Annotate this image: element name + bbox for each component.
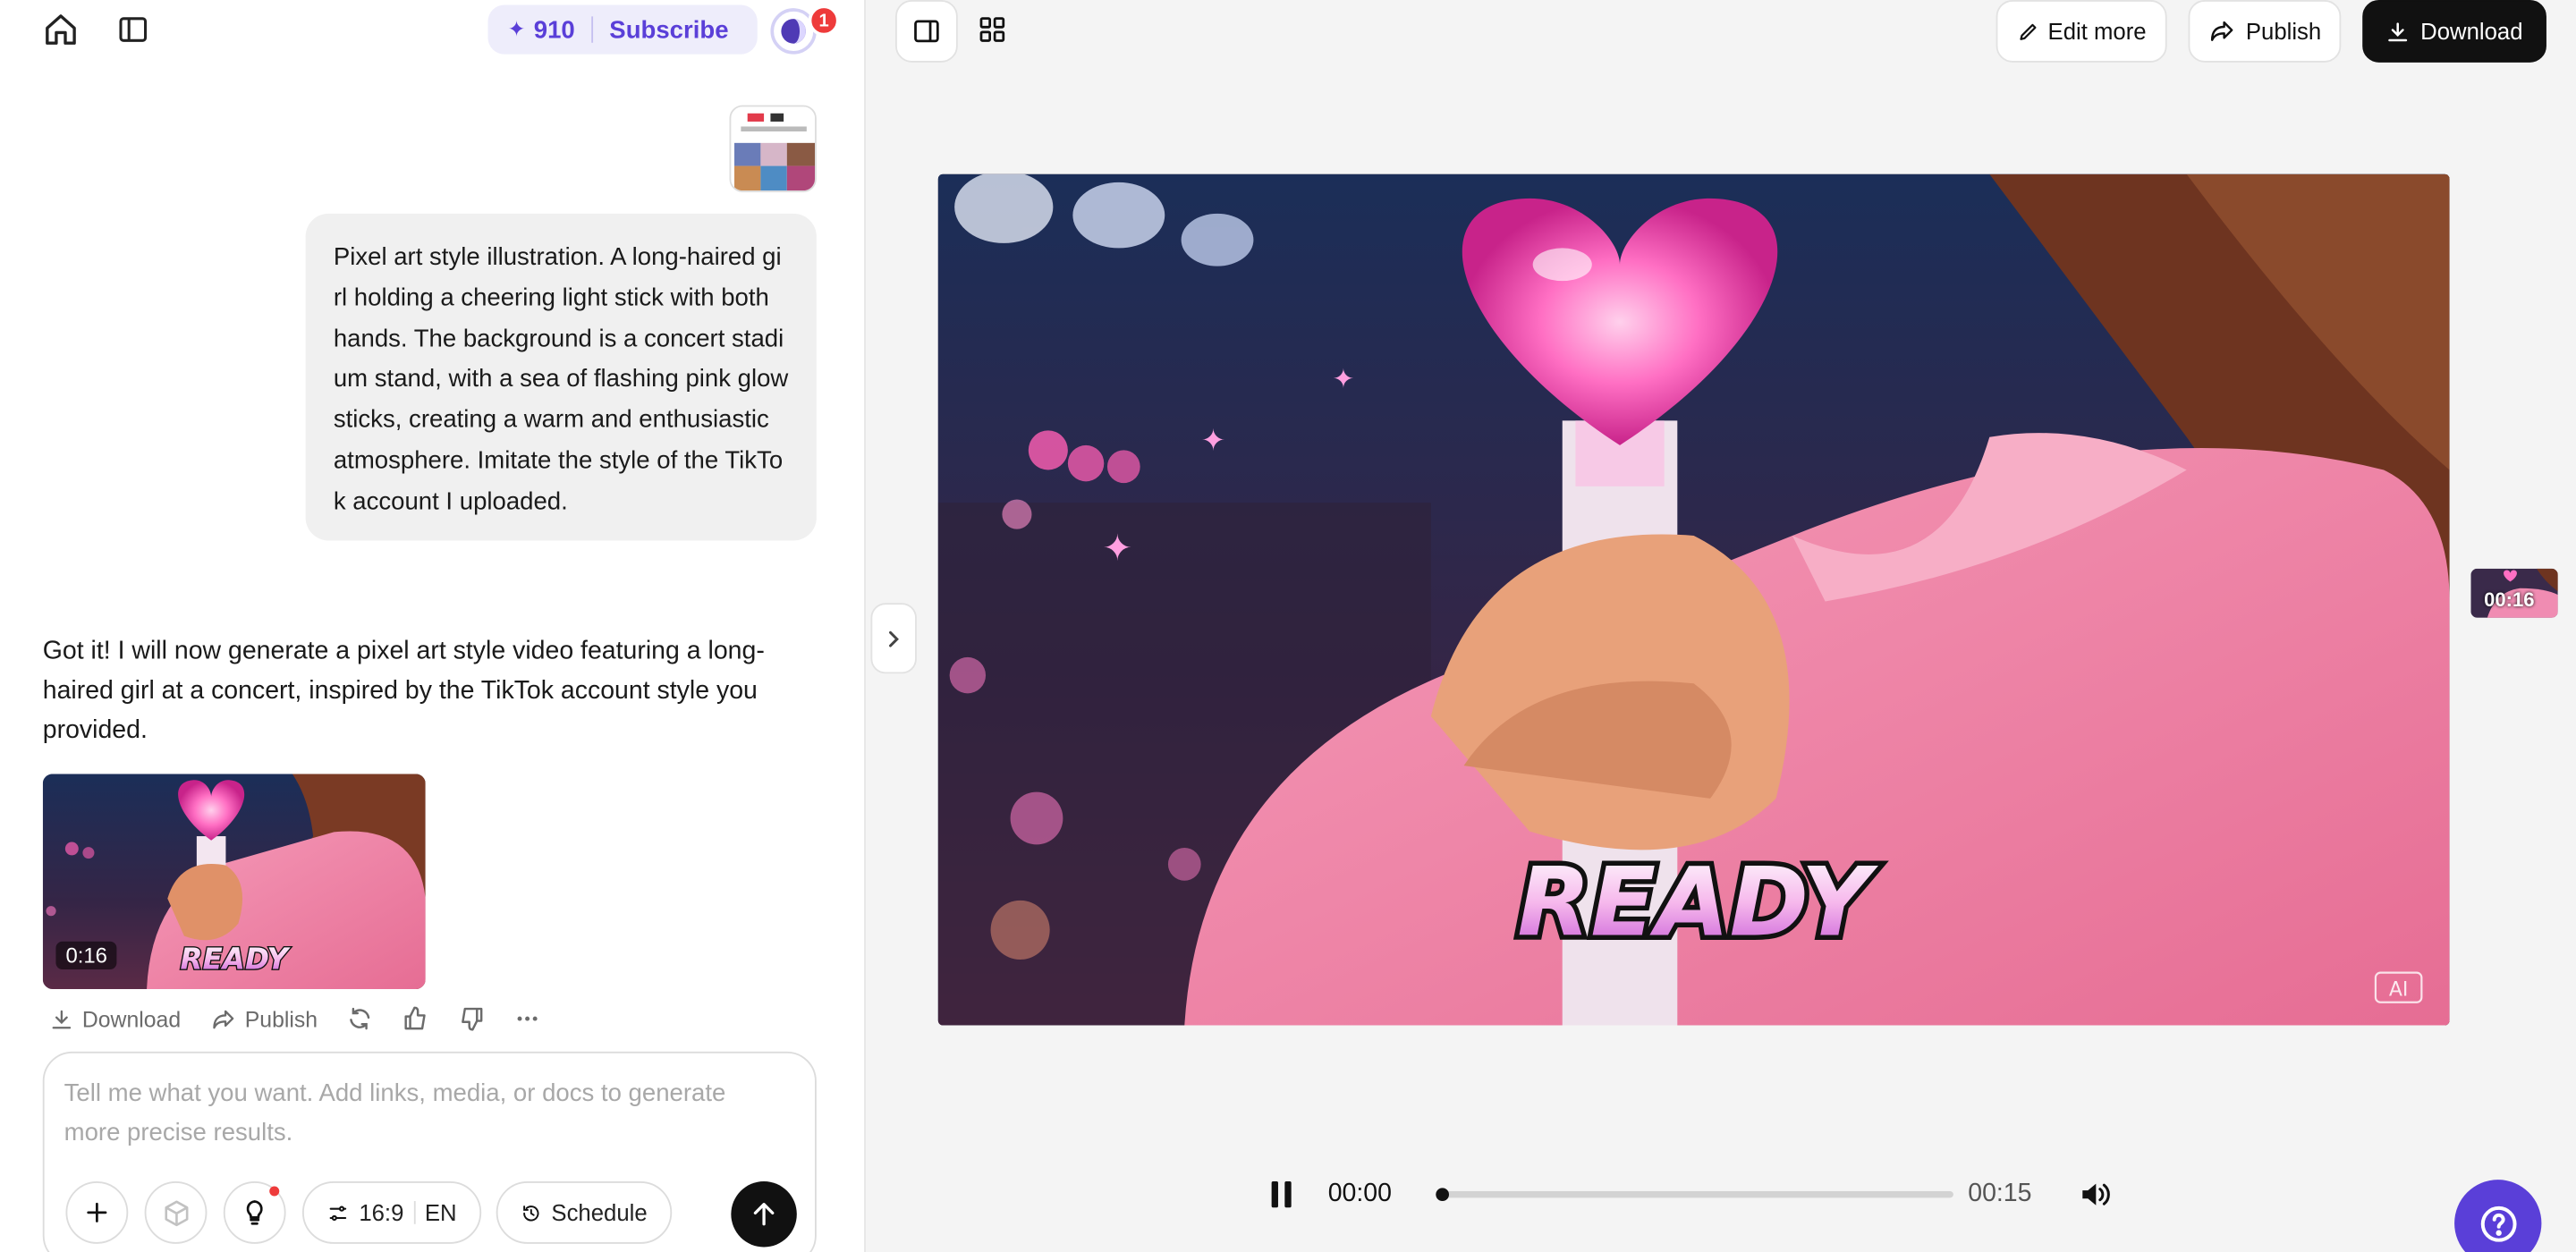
- total-time: 00:15: [1968, 1180, 2032, 1208]
- progress-handle[interactable]: [1435, 1188, 1449, 1202]
- message-actions: Download Publish: [49, 1002, 541, 1036]
- sparkle-icon: ✦: [1201, 422, 1226, 457]
- sparkle-icon: ✦: [507, 16, 526, 41]
- home-icon: [46, 14, 76, 45]
- video-frame: ✦ ✦ ✦ READY AI: [937, 173, 2450, 1026]
- uploaded-image-thumbnail[interactable]: [729, 105, 817, 192]
- video-settings-button[interactable]: 16:9 EN: [301, 1180, 482, 1244]
- notification-badge: 1: [808, 4, 840, 37]
- uploaded-image: [731, 106, 816, 191]
- share-icon: [213, 1009, 234, 1028]
- home-button[interactable]: [36, 5, 85, 55]
- like-button[interactable]: [403, 1005, 429, 1031]
- publish-action[interactable]: Publish: [210, 1006, 318, 1031]
- progress-bar[interactable]: [1435, 1188, 1953, 1202]
- pause-icon: [1271, 1180, 1292, 1208]
- send-button[interactable]: [731, 1180, 797, 1248]
- clip-duration: 00:16: [2484, 588, 2535, 612]
- share-icon: [2210, 21, 2233, 41]
- aspect-ratio-value: 16:9: [359, 1199, 404, 1226]
- volume-icon: [2082, 1183, 2111, 1205]
- language-value: EN: [424, 1199, 457, 1226]
- sparkle-icon: ✦: [1333, 364, 1355, 394]
- more-horizontal-icon: [518, 1016, 538, 1021]
- current-time: 00:00: [1327, 1180, 1392, 1208]
- help-button[interactable]: [2454, 1180, 2542, 1252]
- more-options-button[interactable]: [514, 1005, 540, 1031]
- divider: [591, 16, 593, 43]
- download-label: Download: [2420, 18, 2523, 45]
- thumbs-down-icon: [462, 1007, 483, 1031]
- download-icon: [52, 1009, 72, 1028]
- chat-panel: ✦ 910 Subscribe 1 Pixel art style illust…: [0, 0, 866, 1252]
- download-action[interactable]: Download: [49, 1006, 181, 1031]
- dislike-button[interactable]: [459, 1005, 485, 1031]
- cube-icon: [164, 1199, 188, 1226]
- publish-action-label: Publish: [244, 1006, 318, 1031]
- ideas-button[interactable]: [223, 1180, 286, 1244]
- video-preview[interactable]: ✦ ✦ ✦ READY AI: [937, 173, 2450, 1026]
- thumbnail-caption: READY: [180, 943, 291, 977]
- composer: 16:9 EN Schedule: [42, 1051, 817, 1252]
- clock-history-icon: [523, 1205, 539, 1221]
- video-duration: 0:16: [55, 941, 117, 969]
- panel-view-button[interactable]: [895, 0, 958, 63]
- download-button[interactable]: Download: [2362, 0, 2546, 63]
- video-caption: READY: [1517, 847, 1878, 958]
- grid-icon: [979, 17, 1005, 42]
- refresh-icon: [350, 1007, 370, 1030]
- question-icon: [2479, 1205, 2516, 1241]
- assistant-message: Got it! I will now generate a pixel art …: [42, 637, 765, 745]
- sliders-icon: [329, 1205, 347, 1221]
- edit-more-label: Edit more: [2047, 18, 2147, 45]
- expand-chat-button[interactable]: [870, 603, 917, 674]
- download-icon: [2388, 21, 2408, 41]
- add-attachment-button[interactable]: [65, 1180, 129, 1244]
- pencil-icon: [2019, 22, 2036, 39]
- pause-button[interactable]: [1262, 1175, 1301, 1214]
- publish-label: Publish: [2245, 18, 2322, 45]
- schedule-button[interactable]: Schedule: [496, 1180, 673, 1244]
- regenerate-button[interactable]: [347, 1005, 373, 1031]
- player-controls: 00:00 00:15: [1262, 1166, 2116, 1222]
- chevron-right-icon: [889, 630, 899, 647]
- divider: [413, 1201, 415, 1224]
- lightbulb-icon: [246, 1200, 263, 1225]
- user-message: Pixel art style illustration. A long-hai…: [305, 213, 817, 541]
- ideas-indicator-dot: [269, 1186, 280, 1197]
- grid-view-button[interactable]: [970, 6, 1015, 52]
- arrow-up-icon: [753, 1203, 775, 1226]
- volume-button[interactable]: [2074, 1173, 2115, 1216]
- subscribe-button[interactable]: Subscribe: [609, 15, 728, 43]
- publish-button[interactable]: Publish: [2188, 0, 2342, 63]
- thumbs-up-icon: [405, 1006, 427, 1030]
- plus-icon: [87, 1202, 107, 1222]
- user-avatar-icon: [781, 19, 806, 44]
- edit-more-button[interactable]: Edit more: [1996, 0, 2167, 63]
- sidebar-icon: [119, 17, 148, 42]
- schedule-label: Schedule: [551, 1199, 648, 1226]
- credits-subscribe-pill[interactable]: ✦ 910 Subscribe: [487, 4, 758, 55]
- 3d-asset-button[interactable]: [144, 1180, 208, 1244]
- ai-badge: AI: [2389, 978, 2409, 1001]
- credits-count: 910: [533, 15, 575, 44]
- sparkle-icon: ✦: [1102, 527, 1132, 570]
- prompt-input[interactable]: [64, 1074, 787, 1157]
- download-action-label: Download: [81, 1006, 182, 1031]
- split-view-icon: [914, 20, 939, 43]
- sidebar-toggle-button[interactable]: [108, 5, 157, 55]
